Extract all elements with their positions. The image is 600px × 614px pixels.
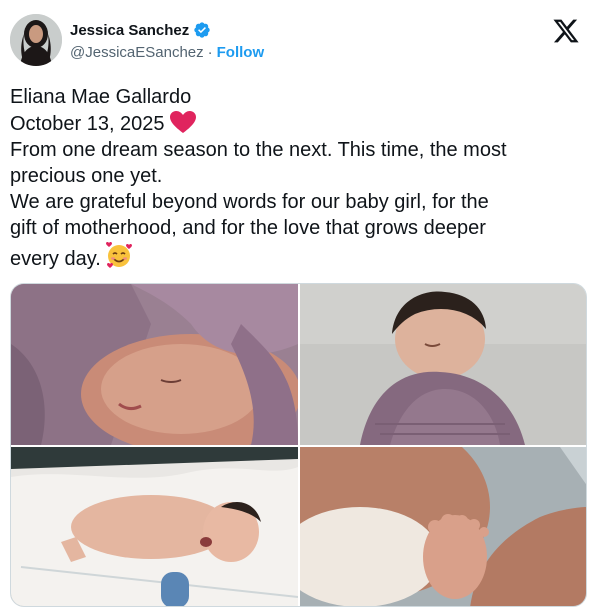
tweet-line: We are grateful beyond words for our bab… (10, 191, 489, 213)
tweet-line: From one dream season to the next. This … (10, 139, 507, 161)
verified-badge-icon (194, 22, 210, 38)
tweet-text: Eliana Mae Gallardo October 13, 2025 Fro… (10, 84, 590, 272)
follow-button[interactable]: Follow (217, 44, 265, 61)
tweet-line: gift of motherhood, and for the love tha… (10, 217, 486, 239)
smiling-face-with-hearts-icon (105, 242, 132, 268)
tweet-line: Eliana Mae Gallardo (10, 86, 192, 108)
separator-dot: · (207, 44, 213, 61)
photo-2[interactable] (300, 284, 586, 445)
photo-1[interactable] (11, 284, 298, 445)
red-heart-icon (169, 111, 196, 133)
tweet-header: Jessica Sanchez @JessicaESanchez · Follo… (10, 11, 590, 69)
photo-4[interactable] (300, 447, 586, 606)
photo-3[interactable] (11, 447, 298, 606)
x-logo-icon[interactable] (552, 17, 580, 45)
author-handle[interactable]: @JessicaESanchez (70, 44, 204, 61)
author-name[interactable]: Jessica Sanchez (70, 22, 189, 39)
tweet-line: every day. (10, 241, 590, 272)
tweet-card: Jessica Sanchez @JessicaESanchez · Follo… (0, 0, 600, 614)
tweet-line: October 13, 2025 (10, 110, 590, 137)
avatar[interactable] (10, 14, 62, 66)
tweet-line: precious one yet. (10, 165, 163, 187)
media-grid (10, 283, 587, 607)
